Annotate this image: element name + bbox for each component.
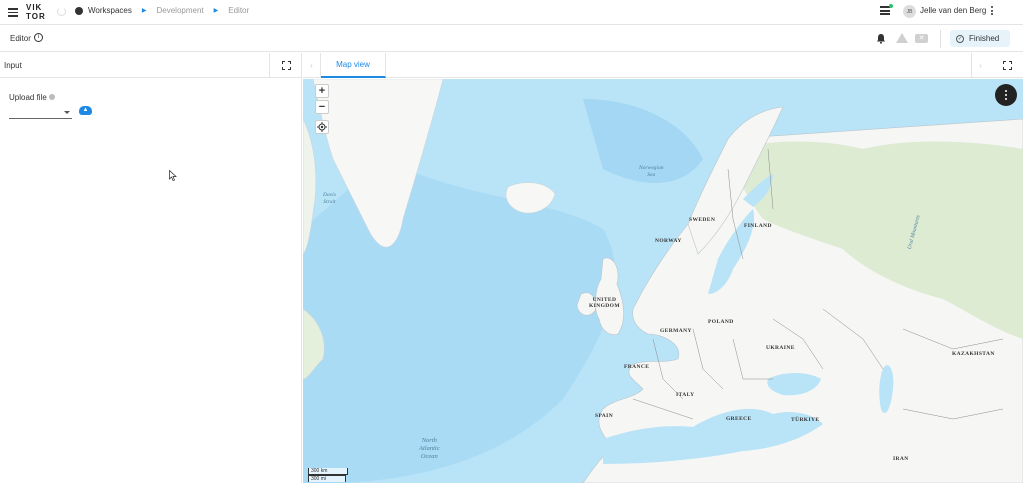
breadcrumb: Workspaces ▶ Development ▶ Editor (75, 6, 249, 15)
scale-mi: 300 mi (308, 475, 346, 482)
upload-file-label: Upload file (9, 93, 55, 102)
cloud-upload-icon[interactable]: ▲ (79, 106, 92, 115)
warning-icon[interactable] (896, 33, 908, 43)
layers-icon[interactable] (880, 6, 890, 16)
page-title: Editor (10, 34, 31, 43)
view-panel: ‹ Map view › SWEDEN FINLAND NORWAY UNITE… (303, 53, 1023, 483)
breadcrumb-arrow-icon: ▶ (213, 8, 219, 14)
help-icon[interactable] (48, 94, 55, 100)
map-label-italy: ITALY (676, 392, 695, 398)
mouse-cursor-icon (169, 170, 177, 181)
check-circle-icon: ✓ (956, 34, 964, 43)
map-label-davis-strait: Davis Strait (323, 192, 336, 205)
map-label-germany: GERMANY (660, 328, 692, 334)
breadcrumb-editor: Editor (228, 6, 250, 15)
map-label-greece: GREECE (726, 416, 752, 422)
map-label-ukraine: UKRAINE (766, 345, 795, 351)
map-label-sweden: SWEDEN (689, 217, 716, 223)
map-label-norway: NORWAY (655, 238, 682, 244)
menu-icon[interactable] (8, 8, 18, 17)
tab-scroll-right-icon[interactable]: › (971, 53, 989, 78)
fullscreen-icon[interactable] (1003, 61, 1012, 70)
status-badge[interactable]: ✓ Finished (950, 30, 1010, 47)
zoom-out-button[interactable]: − (315, 100, 329, 114)
viktor-logo[interactable]: VIK TOR (26, 3, 46, 21)
map-label-iran: IRAN (893, 456, 909, 462)
map-label-uk: UNITED KINGDOM (589, 297, 620, 309)
map-basemap (303, 79, 1023, 483)
breadcrumb-development[interactable]: Development (157, 6, 204, 15)
input-panel-title: Input (4, 61, 22, 70)
input-panel-header: Input (0, 53, 302, 78)
top-bar: VIK TOR Workspaces ▶ Development ▶ Edito… (0, 0, 1023, 25)
user-name[interactable]: Jelle van den Berg (920, 6, 986, 15)
map-options-button[interactable] (995, 84, 1017, 106)
bell-icon[interactable] (876, 33, 886, 44)
editor-bar: Editor i ✕ ✓ Finished (0, 26, 1023, 52)
map-label-spain: SPAIN (595, 413, 614, 419)
tab-map-view[interactable]: Map view (321, 53, 386, 78)
breadcrumb-workspaces[interactable]: Workspaces (88, 6, 132, 15)
scale-km: 300 km (308, 468, 348, 475)
fullscreen-icon[interactable] (282, 61, 291, 70)
input-panel: Input Upload file ▲ (0, 53, 302, 483)
info-icon[interactable]: i (34, 33, 43, 42)
map-scale: 300 km 300 mi (308, 468, 348, 482)
globe-icon (75, 6, 83, 15)
divider (269, 53, 270, 78)
map-label-norwegian-sea: Norwegian Sea (639, 165, 664, 178)
view-tabs: ‹ Map view › (303, 53, 1023, 78)
divider (940, 30, 941, 48)
status-label: Finished (969, 34, 1000, 43)
upload-file-select[interactable] (9, 107, 72, 119)
online-status-dot (889, 4, 893, 8)
caret-down-icon (64, 111, 70, 114)
breadcrumb-arrow-icon: ▶ (141, 8, 147, 14)
more-options-icon[interactable] (990, 6, 994, 18)
avatar[interactable]: JB (903, 5, 916, 18)
clear-icon[interactable]: ✕ (915, 34, 928, 43)
map-label-france: FRANCE (624, 364, 650, 370)
map-view[interactable]: SWEDEN FINLAND NORWAY UNITED KINGDOM GER… (303, 79, 1023, 483)
zoom-in-button[interactable]: + (315, 84, 329, 98)
map-label-north-atlantic: North Atlantic Ocean (419, 437, 440, 460)
map-label-poland: POLAND (708, 319, 734, 325)
loading-spinner-icon (57, 7, 66, 16)
crosshair-icon (317, 122, 327, 132)
locate-button[interactable] (315, 120, 329, 134)
tab-scroll-left-icon[interactable]: ‹ (303, 53, 321, 78)
map-label-kazakhstan: KAZAKHSTAN (952, 351, 995, 357)
map-label-finland: FINLAND (744, 223, 772, 229)
map-label-turkiye: TÜRKIYE (791, 417, 820, 423)
more-vertical-icon (995, 84, 1017, 100)
